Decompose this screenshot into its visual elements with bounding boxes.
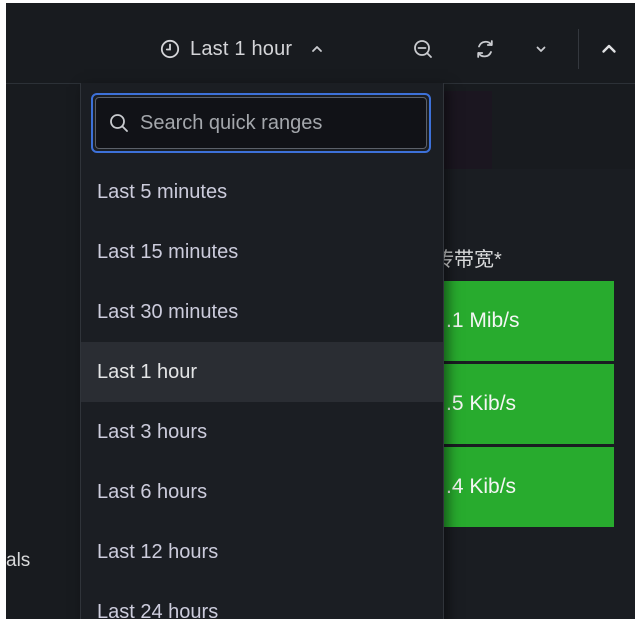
stat-value: .4 Kib/s — [438, 447, 614, 527]
search-icon — [110, 114, 128, 132]
time-range-label: Last 1 hour — [190, 37, 293, 60]
search-box — [95, 97, 427, 149]
dashboard-frame: Last 1 hour 传带宽* .1 Mib/s .5 Kib/s .4 Ki… — [6, 3, 635, 619]
quick-range-option[interactable]: Last 5 minutes — [81, 162, 443, 222]
toolbar-divider — [578, 29, 579, 69]
chevron-down-icon — [536, 46, 546, 52]
quick-range-option[interactable]: Last 12 hours — [81, 522, 443, 582]
quick-range-option[interactable]: Last 24 hours — [81, 582, 443, 619]
search-quick-ranges-input[interactable] — [138, 110, 402, 136]
quick-range-option-selected[interactable]: Last 1 hour — [81, 342, 443, 402]
quick-range-option[interactable]: Last 15 minutes — [81, 222, 443, 282]
chevron-up-icon — [312, 46, 323, 52]
panel-header-strip — [442, 91, 492, 171]
stat-value: .5 Kib/s — [438, 364, 614, 444]
quick-range-list: Last 5 minutes Last 15 minutes Last 30 m… — [81, 162, 443, 619]
quick-range-option[interactable]: Last 30 minutes — [81, 282, 443, 342]
collapse-icon — [602, 44, 616, 53]
quick-range-option[interactable]: Last 6 hours — [81, 462, 443, 522]
top-toolbar: Last 1 hour — [6, 3, 635, 84]
collapse-toolbar-button[interactable] — [592, 31, 626, 67]
time-range-picker-button[interactable]: Last 1 hour — [160, 31, 324, 67]
search-focus-ring — [91, 93, 431, 153]
panel-title: 传带宽* — [434, 249, 502, 271]
refresh-button[interactable] — [468, 31, 502, 67]
refresh-interval-dropdown[interactable] — [524, 31, 558, 67]
quick-ranges-dropdown: Last 5 minutes Last 15 minutes Last 30 m… — [80, 83, 444, 619]
refresh-icon — [477, 40, 493, 58]
zoom-out-icon — [414, 40, 432, 58]
quick-range-option[interactable]: Last 3 hours — [81, 402, 443, 462]
clock-icon — [160, 39, 180, 59]
left-panel-text: als — [6, 550, 31, 571]
zoom-out-button[interactable] — [406, 31, 440, 67]
stat-value: .1 Mib/s — [438, 281, 614, 361]
